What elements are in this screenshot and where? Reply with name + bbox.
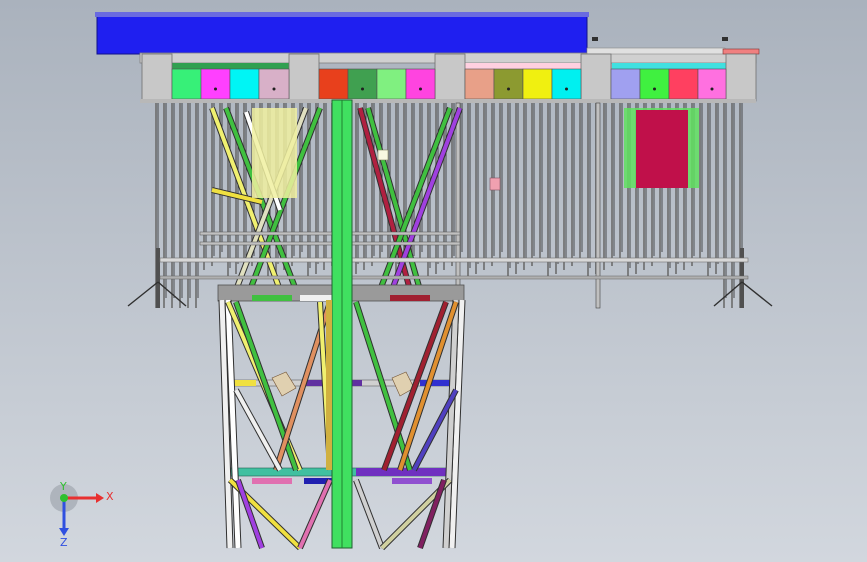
- module-block: [639, 68, 670, 100]
- module-block: [464, 68, 495, 100]
- node-plate-left: [271, 371, 297, 397]
- top-deck: [95, 12, 760, 69]
- column-head-2: [288, 53, 320, 102]
- walkway-beam-upper: [199, 231, 461, 236]
- module-bolt: [419, 87, 422, 91]
- offshore-platform-model[interactable]: [0, 0, 867, 562]
- walkway-beam-upper-2: [199, 241, 461, 246]
- jacket-low-frame-violet: [392, 478, 432, 484]
- module-bolt: [214, 87, 217, 91]
- module-block: [697, 68, 727, 100]
- jacket-brace-fill: [236, 479, 264, 549]
- module-block: [405, 68, 436, 100]
- column-head-1: [141, 53, 173, 102]
- small-marker-2: [592, 37, 598, 41]
- right-corner-block: [722, 48, 760, 55]
- module-bolt: [507, 87, 510, 91]
- module-bolt: [565, 87, 568, 91]
- module-block: [200, 68, 231, 100]
- column-head-4: [580, 53, 612, 102]
- module-block: [258, 68, 290, 100]
- module-block: [610, 68, 641, 100]
- walkway-beam-lower: [159, 275, 749, 280]
- module-block: [229, 68, 260, 100]
- module-bolt: [710, 87, 714, 91]
- crimson-box: [636, 110, 688, 188]
- upper-deck-plate: [96, 13, 588, 55]
- jacket-brace-fill: [354, 479, 384, 549]
- module-block: [318, 68, 349, 100]
- deck-pink-strip: [465, 63, 585, 69]
- module-bolt: [361, 87, 364, 91]
- upper-brace-fill: [390, 107, 462, 291]
- leg-foot-brace: [741, 281, 773, 307]
- module-bolt: [272, 87, 276, 91]
- y-axis-dot: [60, 494, 68, 502]
- module-block: [522, 68, 553, 100]
- leg-foot-brace: [127, 281, 159, 307]
- column-head-3: [434, 53, 466, 102]
- module-block: [668, 68, 699, 100]
- jacket-brace-fill: [298, 479, 332, 549]
- walkway-beam: [159, 257, 749, 263]
- module-block: [551, 68, 582, 100]
- coordinate-triad: X Y Z: [50, 480, 114, 549]
- module-block: [376, 68, 407, 100]
- right-rail-strip: [586, 47, 726, 55]
- jacket-low-frame-pink: [252, 478, 292, 484]
- module-bolt: [653, 87, 656, 91]
- z-axis-label: Z: [60, 536, 68, 549]
- pink-tag: [489, 177, 501, 191]
- jacket-brace-fill: [418, 479, 446, 549]
- outer-leg: [156, 248, 160, 308]
- x-axis-arrowhead: [96, 493, 104, 503]
- small-marker: [722, 37, 728, 41]
- jacket-frame-green: [252, 295, 292, 301]
- pink-tag-2: [377, 149, 389, 161]
- module-block: [171, 68, 203, 100]
- jacket-frame-red: [390, 295, 430, 301]
- module-block: [347, 68, 378, 100]
- module-block: [493, 68, 524, 100]
- leg-foot-brace: [713, 281, 743, 307]
- central-column-left-strip: [326, 300, 332, 470]
- y-axis-label: Y: [59, 480, 67, 493]
- yellow-box: [252, 108, 297, 198]
- z-axis-arrowhead: [59, 528, 69, 536]
- column-head-5: [725, 53, 757, 102]
- 3d-model-viewport[interactable]: X Y Z: [0, 0, 867, 562]
- upper-deck-top-edge: [95, 12, 589, 17]
- x-axis-label: X: [106, 490, 114, 503]
- deck-cyan-strip: [612, 63, 726, 69]
- deck-green-strip: [172, 63, 290, 69]
- module-baseline: [140, 99, 756, 103]
